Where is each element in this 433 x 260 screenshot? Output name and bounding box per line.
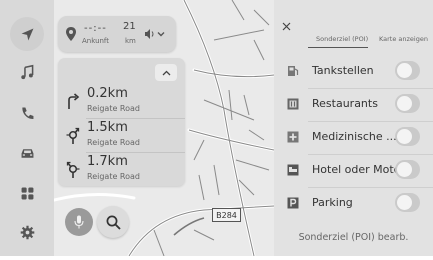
eta-label: Ankunft [82, 37, 110, 45]
apps-icon [21, 187, 33, 199]
poi-panel: Sonderziel (POI) Karte anzeigen Tankstel… [274, 0, 433, 256]
tab-show-map[interactable]: Karte anzeigen [379, 35, 428, 43]
poi-toggle[interactable] [395, 193, 420, 212]
gas-station-icon [288, 66, 299, 76]
search-icon [106, 215, 121, 230]
poi-row-medical[interactable]: Medizinische ... [274, 122, 433, 154]
poi-label: Tankstellen [312, 64, 374, 77]
microphone-icon [74, 215, 84, 229]
poi-toggle[interactable] [395, 94, 420, 113]
road-number-badge: B284 [212, 208, 241, 222]
poi-toggle[interactable] [395, 127, 420, 146]
remaining-distance: 21 [123, 21, 136, 32]
turn-step[interactable]: 1.7km Reigate Road [58, 154, 185, 186]
poi-label: Restaurants [312, 97, 378, 110]
settings-icon [20, 225, 34, 239]
rail-settings-button[interactable] [11, 216, 43, 248]
turn-distance: 0.2km [87, 86, 128, 101]
roundabout-icon [66, 161, 80, 178]
poi-toggle[interactable] [395, 61, 420, 80]
poi-label: Medizinische ... [312, 130, 397, 143]
rail-vehicle-button[interactable] [11, 137, 43, 169]
poi-row-parking[interactable]: Parking [274, 188, 433, 220]
phone-icon [21, 107, 33, 119]
destination-pin-icon [66, 27, 76, 41]
edit-poi-button[interactable]: Sonderziel (POI) bearb. [274, 224, 433, 252]
voice-command-button[interactable] [65, 208, 93, 236]
rail-apps-button[interactable] [11, 177, 43, 209]
car-icon [21, 148, 33, 158]
route-info-bar[interactable]: --:-- Ankunft 21 km [58, 16, 176, 52]
parking-icon [287, 197, 299, 209]
music-icon [20, 64, 33, 79]
close-icon [282, 22, 290, 30]
poi-row-hotel[interactable]: Hotel oder Motel [274, 155, 433, 187]
turn-road: Reigate Road [87, 104, 140, 113]
screen-bottom-edge [0, 256, 433, 260]
head-unit-screen: --:-- Ankunft 21 km 0.2km Reigate Road 1… [0, 0, 433, 260]
rail-phone-button[interactable] [11, 97, 43, 129]
poi-row-restaurants[interactable]: Restaurants [274, 89, 433, 121]
navigation-icon [21, 28, 33, 40]
turn-list-panel: 0.2km Reigate Road 1.5km Reigate Road 1.… [58, 58, 185, 186]
rail-music-button[interactable] [11, 56, 43, 88]
eta-value: --:-- [84, 23, 107, 34]
poi-toggle[interactable] [395, 160, 420, 179]
divider [86, 152, 185, 153]
collapse-turn-list-button[interactable] [155, 64, 177, 81]
remaining-distance-unit: km [125, 37, 136, 45]
tab-poi[interactable]: Sonderziel (POI) [316, 35, 368, 43]
medical-icon [287, 131, 299, 143]
divider [86, 118, 185, 119]
poi-row-fuel[interactable]: Tankstellen [274, 56, 433, 88]
side-rail [0, 0, 54, 256]
guidance-volume-icon[interactable] [144, 28, 166, 40]
turn-step[interactable]: 0.2km Reigate Road [58, 86, 185, 118]
poi-label: Hotel oder Motel [312, 163, 404, 176]
turn-right-icon [68, 93, 80, 109]
map-view[interactable]: --:-- Ankunft 21 km 0.2km Reigate Road 1… [54, 0, 274, 256]
roundabout-icon [66, 127, 80, 144]
close-panel-button[interactable] [279, 19, 293, 33]
poi-label: Parking [312, 196, 353, 209]
restaurant-icon [287, 98, 299, 110]
turn-distance: 1.5km [87, 120, 128, 135]
hotel-icon [287, 164, 299, 176]
rail-navigation-button[interactable] [10, 17, 44, 51]
turn-road: Reigate Road [87, 172, 140, 181]
chevron-up-icon [162, 70, 170, 75]
turn-distance: 1.7km [87, 154, 128, 169]
turn-road: Reigate Road [87, 138, 140, 147]
search-button[interactable] [97, 206, 129, 238]
active-tab-indicator [308, 47, 368, 48]
turn-step[interactable]: 1.5km Reigate Road [58, 120, 185, 152]
